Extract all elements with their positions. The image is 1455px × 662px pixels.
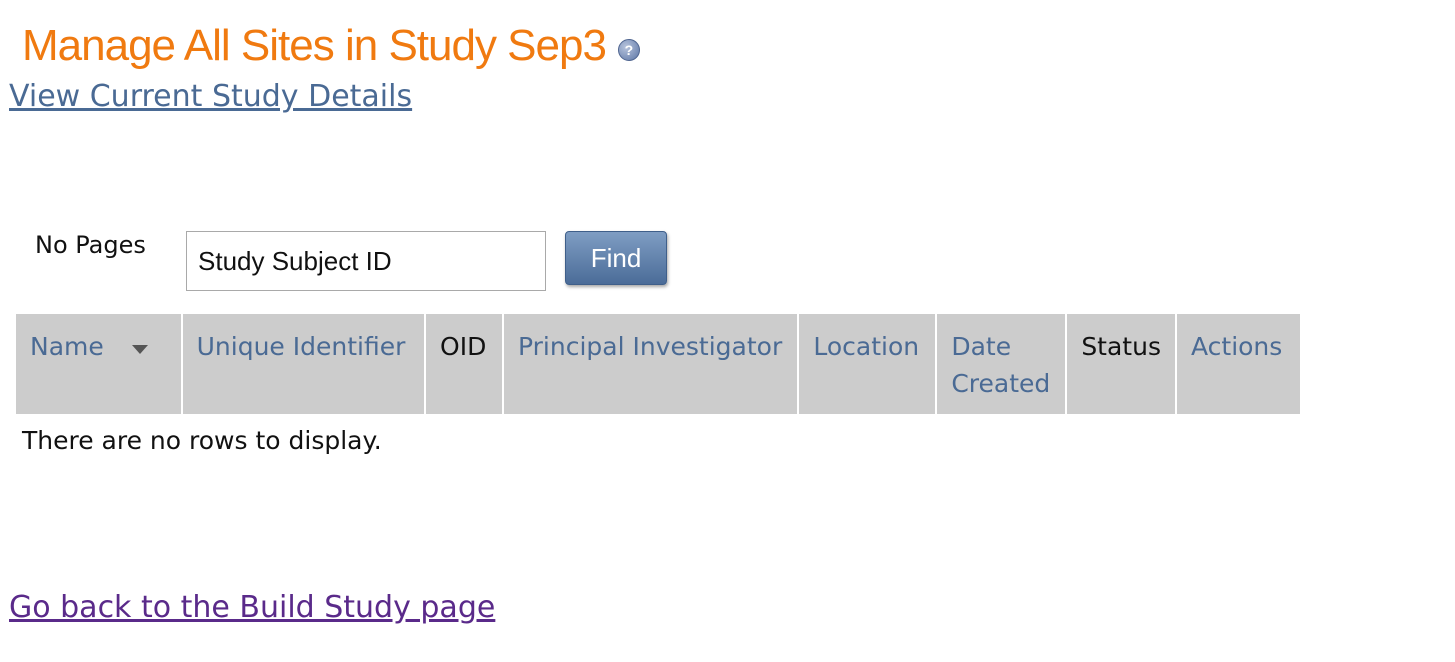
table-empty-row: There are no rows to display.: [16, 414, 1300, 468]
title-row: Manage All Sites in Study Sep3 ?: [22, 16, 640, 76]
view-current-study-link[interactable]: View Current Study Details: [9, 78, 412, 116]
column-header-status: Status: [1066, 314, 1177, 414]
paging-label: No Pages: [35, 231, 146, 259]
column-header-name[interactable]: Name: [16, 314, 183, 414]
column-header-date-created[interactable]: Date Created: [936, 314, 1068, 414]
help-icon[interactable]: ?: [617, 39, 640, 61]
column-header-unique-identifier[interactable]: Unique Identifier: [181, 314, 427, 414]
go-back-build-study-link[interactable]: Go back to the Build Study page: [9, 589, 495, 627]
page-title: Manage All Sites in Study Sep3: [22, 21, 607, 70]
column-header-label: Name: [30, 332, 104, 361]
study-subject-id-search-input[interactable]: [186, 231, 546, 291]
sites-table: Name Unique Identifier OID Principal Inv…: [16, 314, 1300, 468]
column-header-principal-investigator[interactable]: Principal Investigator: [503, 314, 800, 414]
table-header-row: Name Unique Identifier OID Principal Inv…: [16, 314, 1300, 414]
column-header-location[interactable]: Location: [798, 314, 938, 414]
sort-descending-icon[interactable]: [132, 345, 148, 354]
empty-table-message: There are no rows to display.: [22, 426, 382, 455]
find-button[interactable]: Find: [565, 231, 667, 285]
column-header-actions[interactable]: Actions: [1175, 314, 1300, 414]
column-header-oid: OID: [425, 314, 505, 414]
manage-sites-page: Manage All Sites in Study Sep3 ? View Cu…: [0, 0, 1455, 662]
